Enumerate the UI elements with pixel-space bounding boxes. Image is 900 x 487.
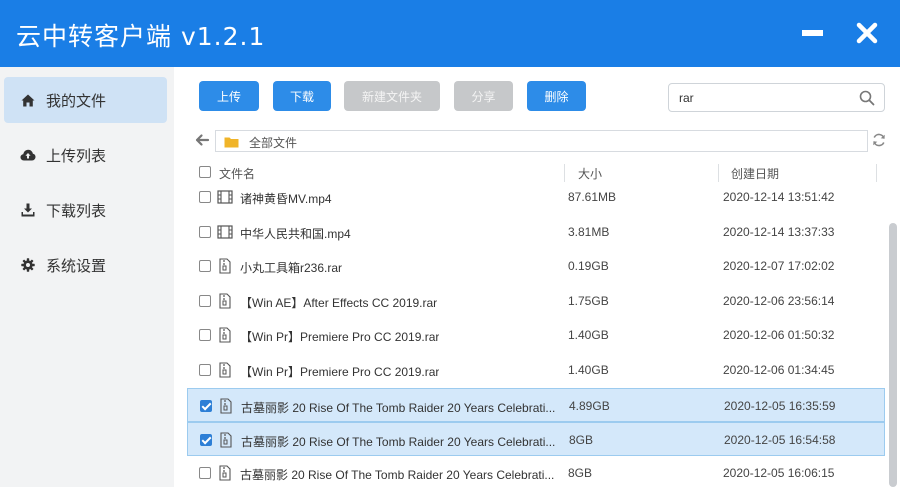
file-name: 【Win Pr】Premiere Pro CC 2019.rar — [240, 365, 440, 379]
scrollbar[interactable] — [889, 223, 897, 487]
minimize-icon[interactable] — [800, 21, 826, 45]
archive-file-icon — [217, 258, 233, 274]
file-name: 中华人民共和国.mp4 — [240, 227, 351, 241]
file-date: 2020-12-05 16:35:59 — [724, 399, 836, 413]
video-file-icon — [217, 224, 233, 240]
file-size: 3.81MB — [568, 225, 610, 239]
file-name: 【Win Pr】Premiere Pro CC 2019.rar — [240, 330, 440, 344]
sidebar: 我的文件 上传列表 下载列表 系统设置 — [0, 67, 174, 487]
archive-file-icon — [217, 362, 233, 378]
file-name: 小丸工具箱r236.rar — [240, 261, 343, 275]
sidebar-item-upload-list[interactable]: 上传列表 — [4, 132, 167, 178]
table-row[interactable]: 中华人民共和国.mp4 3.81MB 2020-12-14 13:37:33 — [187, 215, 885, 249]
table-row[interactable]: 【Win Pr】Premiere Pro CC 2019.rar 1.40GB … — [187, 318, 885, 352]
file-date: 2020-12-05 16:54:58 — [724, 433, 836, 447]
file-size: 1.40GB — [568, 363, 609, 377]
file-size: 8GB — [568, 466, 593, 480]
row-checkbox[interactable] — [199, 364, 211, 376]
row-checkbox[interactable] — [200, 400, 212, 412]
archive-file-icon — [217, 327, 233, 343]
file-date: 2020-12-06 01:50:32 — [723, 328, 835, 342]
table-row[interactable]: 【Win Pr】Premiere Pro CC 2019.rar 1.40GB … — [187, 353, 885, 387]
archive-file-icon — [217, 465, 233, 481]
search-icon[interactable] — [859, 90, 875, 106]
upload-button[interactable]: 上传 — [199, 81, 259, 111]
sidebar-item-label: 下载列表 — [46, 202, 107, 220]
table-row[interactable]: 古墓丽影 20 Rise Of The Tomb Raider 20 Years… — [187, 422, 885, 456]
file-size: 8GB — [569, 433, 594, 447]
sidebar-item-settings[interactable]: 系统设置 — [4, 242, 167, 288]
file-date: 2020-12-05 16:06:15 — [723, 466, 835, 480]
breadcrumb-item[interactable]: 全部文件 — [249, 134, 297, 151]
cloud-upload-icon — [20, 147, 36, 163]
table-row[interactable]: 古墓丽影 20 Rise Of The Tomb Raider 20 Years… — [187, 388, 885, 422]
folder-icon — [224, 135, 239, 148]
table-row[interactable]: 古墓丽影 20 Rise Of The Tomb Raider 20 Years… — [187, 456, 885, 487]
table-row[interactable]: 小丸工具箱r236.rar 0.19GB 2020-12-07 17:02:02 — [187, 249, 885, 283]
row-checkbox[interactable] — [199, 467, 211, 479]
file-name: 古墓丽影 20 Rise Of The Tomb Raider 20 Years… — [241, 401, 556, 415]
search-input[interactable] — [679, 89, 849, 107]
title-bar: 云中转客户端 v1.2.1 — [0, 0, 900, 67]
row-checkbox[interactable] — [199, 191, 211, 203]
refresh-icon[interactable] — [871, 132, 889, 150]
delete-button[interactable]: 删除 — [527, 81, 586, 111]
archive-file-icon — [218, 432, 234, 448]
video-file-icon — [217, 189, 233, 205]
search-box — [668, 83, 885, 112]
sidebar-item-download-list[interactable]: 下载列表 — [4, 187, 167, 233]
file-date: 2020-12-06 23:56:14 — [723, 294, 835, 308]
file-date: 2020-12-07 17:02:02 — [723, 259, 835, 273]
gear-icon — [20, 257, 36, 273]
file-size: 4.89GB — [569, 399, 610, 413]
file-date: 2020-12-06 01:34:45 — [723, 363, 835, 377]
row-checkbox[interactable] — [199, 295, 211, 307]
file-name: 古墓丽影 20 Rise Of The Tomb Raider 20 Years… — [241, 435, 556, 449]
file-date: 2020-12-14 13:51:42 — [723, 190, 835, 204]
archive-file-icon — [218, 398, 234, 414]
sidebar-item-label: 上传列表 — [46, 147, 107, 165]
file-size: 1.75GB — [568, 294, 609, 308]
table-row[interactable]: 【Win AE】After Effects CC 2019.rar 1.75GB… — [187, 284, 885, 318]
close-icon[interactable] — [855, 21, 879, 45]
row-checkbox[interactable] — [199, 329, 211, 341]
download-icon — [20, 202, 36, 218]
file-name: 【Win AE】After Effects CC 2019.rar — [240, 296, 438, 310]
file-size: 87.61MB — [568, 190, 617, 204]
sidebar-item-label: 我的文件 — [46, 92, 107, 110]
back-arrow-icon[interactable] — [193, 131, 211, 149]
row-checkbox[interactable] — [199, 226, 211, 238]
download-button[interactable]: 下载 — [273, 81, 331, 111]
file-name: 诸神黄昏MV.mp4 — [240, 192, 332, 206]
home-icon — [20, 92, 36, 108]
row-checkbox[interactable] — [199, 260, 211, 272]
new-folder-button[interactable]: 新建文件夹 — [344, 81, 440, 111]
sidebar-item-my-files[interactable]: 我的文件 — [4, 77, 167, 123]
share-button[interactable]: 分享 — [454, 81, 513, 111]
table-row[interactable]: 诸神黄昏MV.mp4 87.61MB 2020-12-14 13:51:42 — [187, 180, 885, 214]
file-size: 0.19GB — [568, 259, 609, 273]
row-checkbox[interactable] — [200, 434, 212, 446]
file-date: 2020-12-14 13:37:33 — [723, 225, 835, 239]
app-title: 云中转客户端 v1.2.1 — [16, 22, 266, 51]
archive-file-icon — [217, 293, 233, 309]
file-name: 古墓丽影 20 Rise Of The Tomb Raider 20 Years… — [240, 468, 555, 482]
select-all-checkbox[interactable] — [199, 166, 211, 178]
file-size: 1.40GB — [568, 328, 609, 342]
sidebar-item-label: 系统设置 — [46, 257, 107, 275]
breadcrumb: 全部文件 — [215, 130, 868, 152]
